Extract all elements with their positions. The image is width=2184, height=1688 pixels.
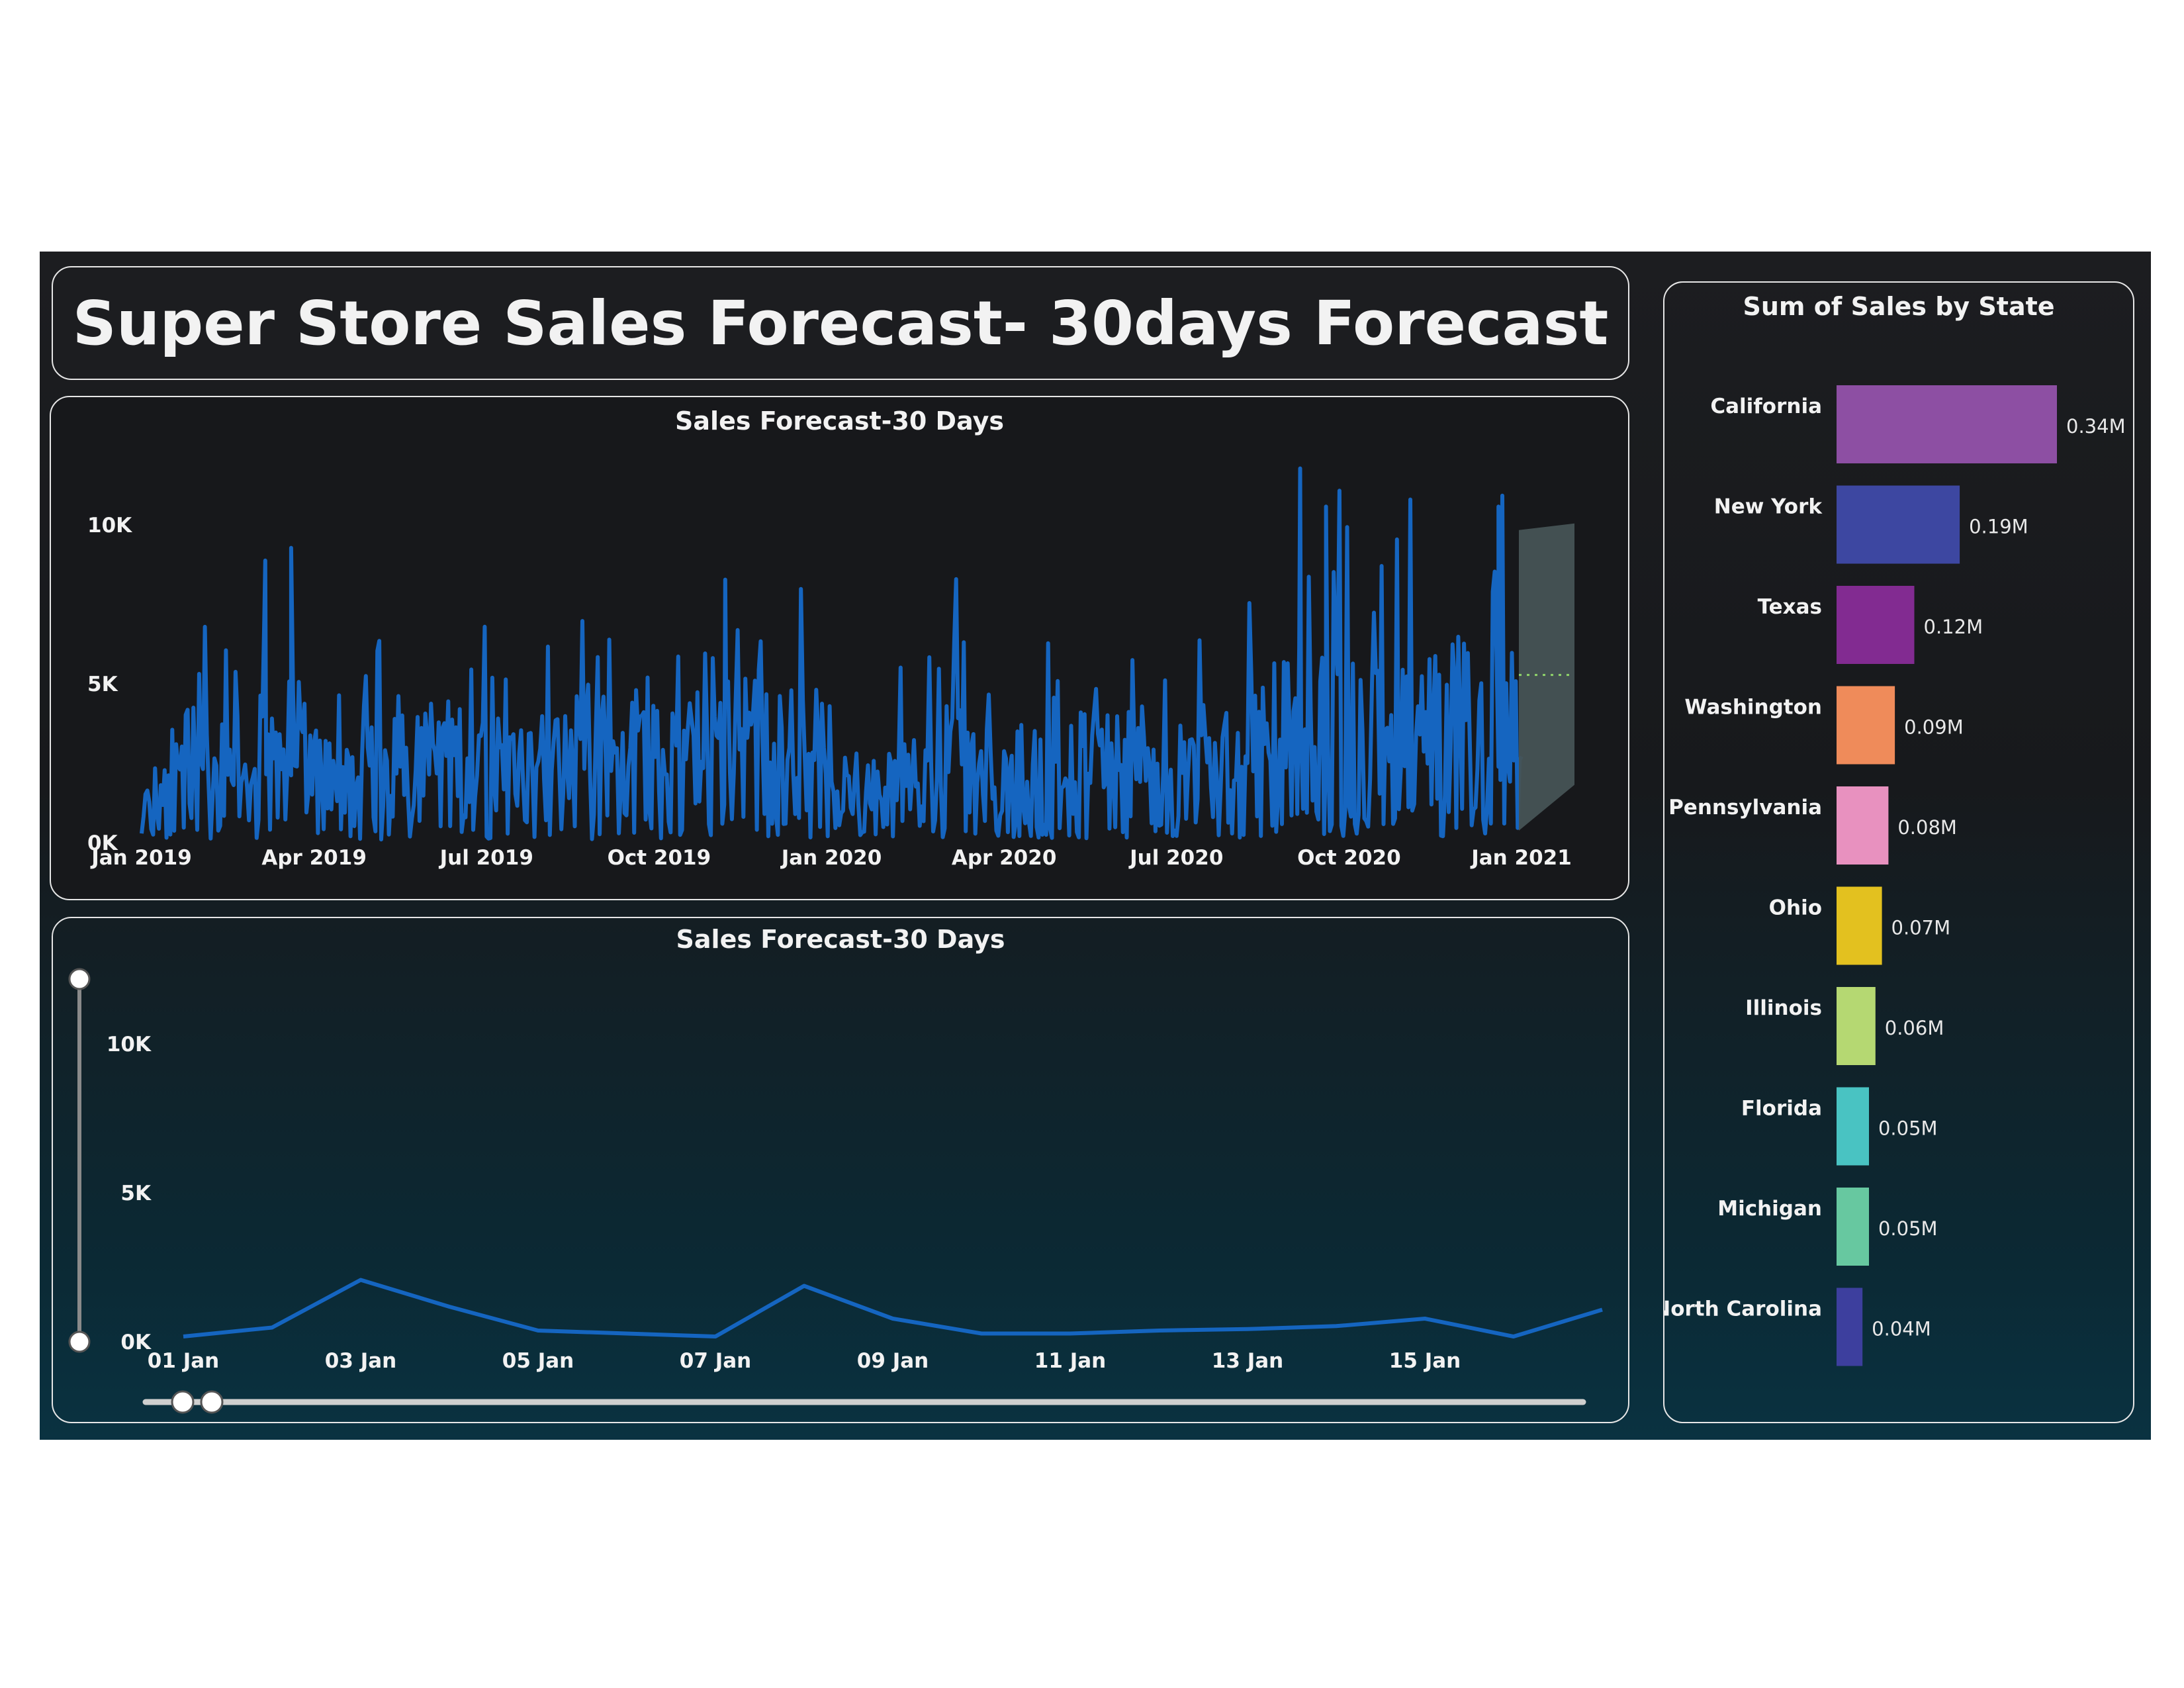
- state-label: Ohio: [1769, 896, 1822, 920]
- y-slider-handle-bottom[interactable]: [68, 1331, 91, 1353]
- x-tick-label: Apr 2019: [261, 846, 367, 870]
- trend-chart[interactable]: 0K5K10KJan 2019 Apr 2019 Jul 2019 Oct 2019 J…: [51, 397, 1631, 902]
- x-tick-label: Oct 2019: [608, 846, 711, 870]
- state-label: California: [1710, 395, 1822, 418]
- x-tick-label: 03 Jan: [325, 1349, 396, 1373]
- x-tick-label: Oct 2020: [1297, 846, 1401, 870]
- state-bar[interactable]: [1837, 786, 1889, 865]
- state-bar[interactable]: [1837, 385, 2057, 463]
- state-label: Texas: [1758, 595, 1822, 619]
- state-value-label: 0.06M: [1885, 1017, 1944, 1039]
- y-tick-label: 10K: [87, 514, 132, 538]
- x-tick-label: 11 Jan: [1034, 1349, 1106, 1373]
- state-bar[interactable]: [1837, 1288, 1863, 1366]
- state-bar[interactable]: [1837, 586, 1915, 664]
- state-value-label: 0.12M: [1924, 616, 1983, 638]
- zoom-chart[interactable]: 0K5K10K01 Jan 03 Jan 05 Jan 07 Jan 09 Jan 11 …: [53, 918, 1631, 1425]
- state-label: New York: [1714, 495, 1823, 519]
- state-bar[interactable]: [1837, 886, 1882, 965]
- y-tick-label: 5K: [87, 673, 118, 696]
- state-chart-card[interactable]: Sum of Sales by State California 0.34M New…: [1663, 281, 2134, 1423]
- state-value-label: 0.04M: [1872, 1318, 1931, 1340]
- x-tick-label: 13 Jan: [1212, 1349, 1283, 1373]
- state-label: Washington: [1684, 696, 1822, 720]
- state-value-label: 0.19M: [1969, 516, 2028, 538]
- state-label: Illinois: [1745, 996, 1822, 1020]
- x-tick-label: 15 Jan: [1389, 1349, 1461, 1373]
- y-tick-label: 5K: [120, 1182, 152, 1205]
- state-bar[interactable]: [1837, 1188, 1869, 1266]
- state-label: Pennsylvania: [1668, 796, 1822, 820]
- state-value-label: 0.34M: [2066, 415, 2126, 438]
- state-value-label: 0.05M: [1878, 1117, 1938, 1140]
- zoom-chart-card[interactable]: Sales Forecast-30 Days 0K 5K 10K 01 Jan 03 J…: [52, 917, 1629, 1423]
- x-tick-label: Apr 2020: [952, 846, 1057, 870]
- forecast-line: [183, 1278, 1603, 1338]
- sales-line: [140, 466, 1524, 842]
- x-slider-handle-end[interactable]: [200, 1390, 224, 1414]
- y-slider-handle-top[interactable]: [68, 968, 91, 990]
- x-tick-label: Jul 2020: [1128, 846, 1223, 870]
- state-value-label: 0.05M: [1878, 1217, 1938, 1240]
- forecast-band: [1519, 523, 1574, 831]
- state-value-label: 0.09M: [1904, 716, 1964, 739]
- state-label: Michigan: [1717, 1197, 1822, 1221]
- state-bar[interactable]: [1837, 1087, 1869, 1166]
- state-label: Florida: [1741, 1097, 1822, 1121]
- x-tick-label: 09 Jan: [857, 1349, 929, 1373]
- x-tick-label: Jan 2019: [90, 846, 192, 870]
- trend-chart-card[interactable]: Sales Forecast-30 Days 0K 5K 10K Jan 2019 Ap…: [50, 396, 1629, 900]
- dashboard-title: Super Store Sales Forecast- 30days Forec…: [72, 287, 1609, 359]
- x-tick-label: Jan 2020: [780, 846, 882, 870]
- state-bar[interactable]: [1837, 987, 1876, 1065]
- state-value-label: 0.08M: [1897, 816, 1957, 839]
- x-tick-label: 05 Jan: [502, 1349, 574, 1373]
- state-bar-chart[interactable]: California 0.34M New York 0.19M Texas 0.12M Wa…: [1664, 283, 2136, 1425]
- state-bar[interactable]: [1837, 686, 1895, 765]
- title-card: Super Store Sales Forecast- 30days Forec…: [52, 266, 1629, 380]
- y-tick-label: 10K: [107, 1033, 152, 1056]
- state-bar[interactable]: [1837, 485, 1960, 564]
- x-tick-label: 07 Jan: [680, 1349, 751, 1373]
- state-value-label: 0.07M: [1891, 917, 1951, 939]
- state-label: North Carolina: [1664, 1297, 1822, 1321]
- x-tick-label: Jan 2021: [1470, 846, 1572, 870]
- x-tick-label: 01 Jan: [148, 1349, 219, 1373]
- x-slider-handle-start[interactable]: [171, 1390, 195, 1414]
- x-tick-label: Jul 2019: [439, 846, 533, 870]
